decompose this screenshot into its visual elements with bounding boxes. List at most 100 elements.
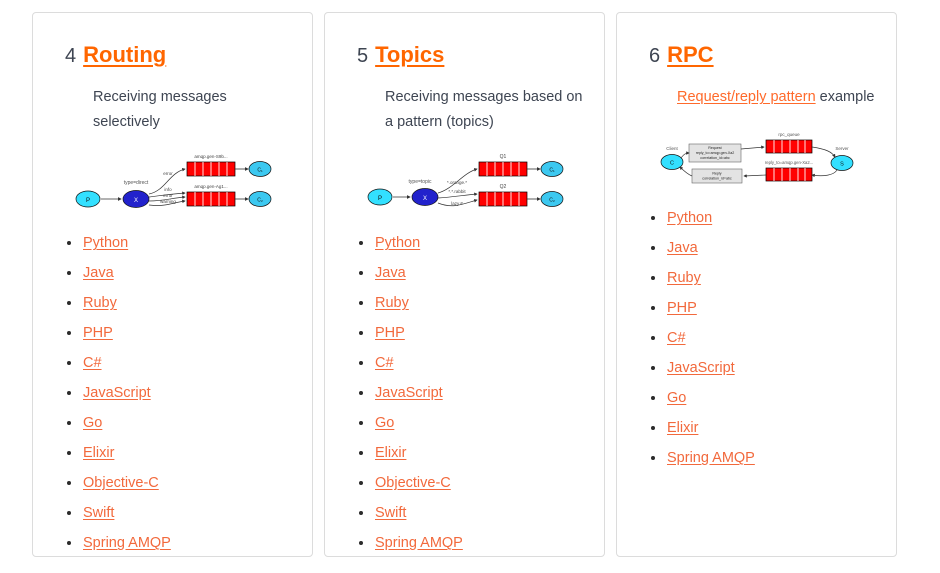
list-item: JavaScript — [651, 360, 878, 376]
language-link-go[interactable]: Go — [83, 415, 102, 431]
card-description: Receiving messages based on a pattern (t… — [385, 85, 586, 135]
list-item: C# — [651, 330, 878, 346]
language-link-go[interactable]: Go — [667, 390, 686, 406]
language-link-elixir[interactable]: Elixir — [375, 445, 406, 461]
language-list: Python Java Ruby PHP C# JavaScript Go El… — [51, 235, 294, 551]
svg-text:amqp.gen-Ag1...: amqp.gen-Ag1... — [194, 184, 227, 189]
list-item: Java — [651, 240, 878, 256]
list-item: Elixir — [359, 445, 586, 461]
language-list: Python Java Ruby PHP C# JavaScript Go El… — [635, 210, 878, 466]
rpc-request-reply-diagram: Client C Request reply_to=amqp.gen-Xa2 c… — [660, 132, 854, 184]
language-link-python[interactable]: Python — [667, 210, 712, 226]
svg-text:lazy.#: lazy.# — [451, 201, 463, 206]
language-link-java[interactable]: Java — [83, 265, 114, 281]
svg-text:Request: Request — [708, 146, 721, 150]
card-description-text: example — [819, 89, 875, 106]
card-title-link[interactable]: Routing — [83, 42, 166, 67]
language-link-java[interactable]: Java — [667, 240, 698, 256]
card-number: 6 — [649, 45, 661, 67]
language-link-javascript[interactable]: JavaScript — [375, 385, 443, 401]
language-link-swift[interactable]: Swift — [83, 505, 114, 521]
svg-text:error: error — [163, 193, 173, 198]
card-header: 5 Topics — [357, 42, 586, 67]
svg-text:error: error — [163, 171, 173, 176]
list-item: Ruby — [67, 295, 294, 311]
tutorial-card-topics[interactable]: 5 Topics Receiving messages based on a p… — [324, 12, 605, 557]
language-link-python[interactable]: Python — [375, 235, 420, 251]
language-link-elixir[interactable]: Elixir — [83, 445, 114, 461]
list-item: Objective-C — [359, 475, 586, 491]
list-item: JavaScript — [67, 385, 294, 401]
language-link-javascript[interactable]: JavaScript — [83, 385, 151, 401]
svg-text:amqp.gen-S9b...: amqp.gen-S9b... — [194, 154, 227, 159]
list-item: PHP — [651, 300, 878, 316]
language-link-ruby[interactable]: Ruby — [83, 295, 117, 311]
language-link-swift[interactable]: Swift — [375, 505, 406, 521]
language-link-spring-amqp[interactable]: Spring AMQP — [375, 535, 463, 551]
card-number: 4 — [65, 45, 77, 67]
language-link-php[interactable]: PHP — [667, 300, 697, 316]
card-title-link[interactable]: Topics — [375, 42, 444, 67]
svg-text:P: P — [85, 198, 89, 204]
svg-text:P: P — [377, 196, 381, 202]
svg-text:correlation_id=abc: correlation_id=abc — [700, 156, 730, 160]
tutorial-card-routing[interactable]: 4 Routing Receiving messages selectively… — [32, 12, 313, 557]
language-link-ruby[interactable]: Ruby — [375, 295, 409, 311]
svg-text:correlation_id=abc: correlation_id=abc — [702, 177, 732, 181]
svg-text:Q1: Q1 — [499, 154, 506, 160]
card-header: 6 RPC — [649, 42, 878, 67]
list-item: Elixir — [67, 445, 294, 461]
svg-text:*.orange.*: *.orange.* — [446, 180, 466, 185]
list-item: Elixir — [651, 420, 878, 436]
svg-text:C₁: C₁ — [549, 168, 555, 174]
direct-exchange-routing-diagram: P X type=direct error info error warning — [75, 154, 271, 209]
language-link-csharp[interactable]: C# — [83, 355, 102, 371]
language-link-python[interactable]: Python — [83, 235, 128, 251]
list-item: PHP — [359, 325, 586, 341]
language-link-java[interactable]: Java — [375, 265, 406, 281]
list-item: Spring AMQP — [651, 450, 878, 466]
language-link-csharp[interactable]: C# — [667, 330, 686, 346]
rpc-diagram: Client C Request reply_to=amqp.gen-Xa2 c… — [635, 122, 878, 194]
language-link-ruby[interactable]: Ruby — [667, 270, 701, 286]
svg-text:reply_to=amqp.gen-Xa2: reply_to=amqp.gen-Xa2 — [696, 151, 734, 155]
svg-text:C₂: C₂ — [549, 198, 555, 204]
language-link-php[interactable]: PHP — [83, 325, 113, 341]
card-description: Request/reply pattern example — [677, 85, 878, 110]
language-link-spring-amqp[interactable]: Spring AMQP — [83, 535, 171, 551]
list-item: Go — [651, 390, 878, 406]
language-link-csharp[interactable]: C# — [375, 355, 394, 371]
list-item: Ruby — [359, 295, 586, 311]
request-reply-pattern-link[interactable]: Request/reply pattern — [677, 89, 816, 105]
svg-text:C₂: C₂ — [257, 198, 263, 204]
list-item: Python — [359, 235, 586, 251]
language-link-elixir[interactable]: Elixir — [667, 420, 698, 436]
list-item: C# — [359, 355, 586, 371]
svg-text:X: X — [422, 196, 426, 202]
list-item: Objective-C — [67, 475, 294, 491]
card-description-text: Receiving messages based on a pattern (t… — [385, 89, 583, 131]
svg-text:type=direct: type=direct — [123, 180, 148, 186]
language-list: Python Java Ruby PHP C# JavaScript Go El… — [343, 235, 586, 551]
list-item: Spring AMQP — [359, 535, 586, 551]
card-title-link[interactable]: RPC — [667, 42, 713, 67]
language-link-spring-amqp[interactable]: Spring AMQP — [667, 450, 755, 466]
svg-text:*.*.rabbit: *.*.rabbit — [448, 189, 466, 194]
list-item: Go — [359, 415, 586, 431]
tutorial-card-rpc[interactable]: 6 RPC Request/reply pattern example Clie… — [616, 12, 897, 557]
language-link-objective-c[interactable]: Objective-C — [83, 475, 159, 491]
routing-diagram: P X type=direct error info error warning — [51, 147, 294, 219]
list-item: Swift — [359, 505, 586, 521]
svg-text:rpc_queue: rpc_queue — [778, 132, 800, 137]
svg-text:Client: Client — [666, 146, 678, 151]
topic-exchange-routing-diagram: P X type=topic *.orange.* *.*.rabbit laz… — [367, 154, 563, 208]
language-link-php[interactable]: PHP — [375, 325, 405, 341]
svg-text:reply_to=amqp.gen-Xa2...: reply_to=amqp.gen-Xa2... — [765, 160, 813, 165]
language-link-javascript[interactable]: JavaScript — [667, 360, 735, 376]
language-link-go[interactable]: Go — [375, 415, 394, 431]
language-link-objective-c[interactable]: Objective-C — [375, 475, 451, 491]
list-item: Python — [67, 235, 294, 251]
svg-text:Server: Server — [835, 146, 849, 151]
card-header: 4 Routing — [65, 42, 294, 67]
list-item: Spring AMQP — [67, 535, 294, 551]
